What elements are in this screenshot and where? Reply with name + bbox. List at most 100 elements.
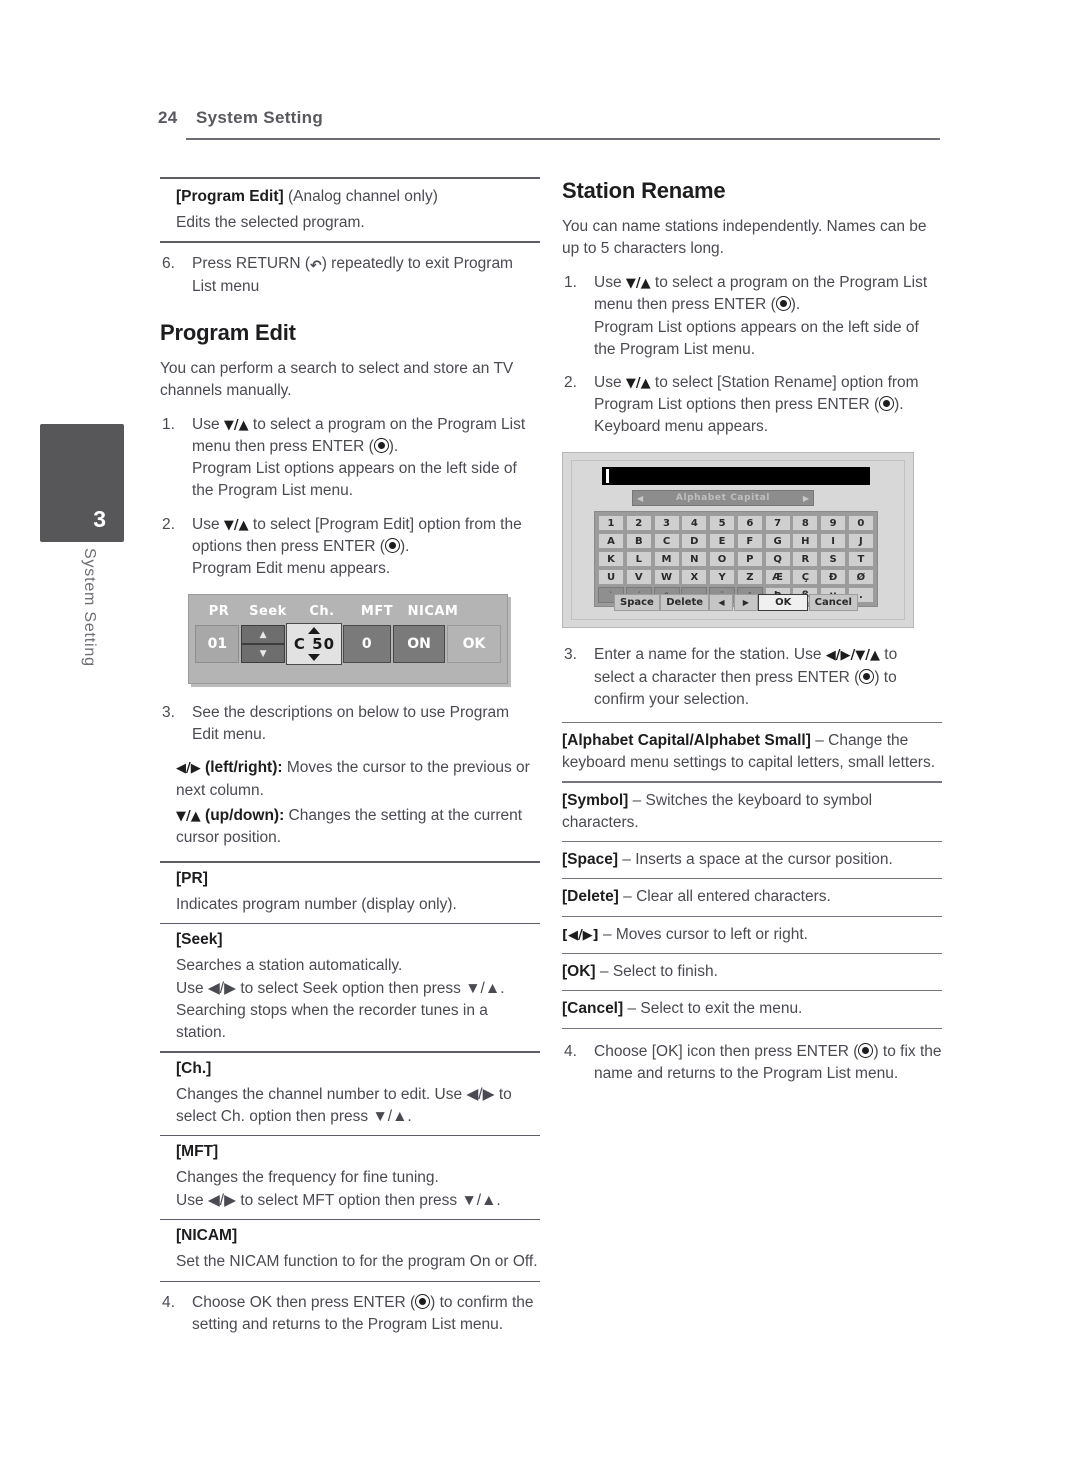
keyboard-key[interactable]: W: [653, 569, 680, 586]
enter-icon: [859, 668, 875, 684]
mode-next-arrow-icon[interactable]: ▶: [803, 494, 809, 503]
chapter-tab: 3: [40, 424, 124, 542]
keyboard-key[interactable]: Q: [764, 551, 791, 568]
rename-step-4: 4. Choose [OK] icon then press ENTER () t…: [562, 1041, 942, 1085]
keyboard-key[interactable]: D: [681, 533, 708, 550]
keyboard-key[interactable]: Z: [736, 569, 763, 586]
rename-step-4-number: 4.: [564, 1042, 577, 1060]
keyboard-ok-button[interactable]: OK: [758, 594, 809, 612]
keyboard-key[interactable]: L: [625, 551, 652, 568]
osd-nicam-value[interactable]: ON: [393, 625, 445, 664]
rename-step-2-number: 2.: [564, 373, 577, 391]
step-3: 3. See the descriptions on below to use P…: [160, 702, 540, 746]
keyboard-delete-button[interactable]: Delete: [660, 594, 710, 612]
leftright-term: (left/right):: [200, 759, 283, 777]
osd-seek-down-button[interactable]: ▼: [241, 644, 286, 664]
program-edit-osd-figure: PR Seek Ch. MFT NICAM 01 ▲ ▼ C 50 0 ON O…: [188, 594, 508, 685]
keyboard-key[interactable]: O: [709, 551, 736, 568]
keyboard-key[interactable]: N: [681, 551, 708, 568]
keyboard-key[interactable]: E: [709, 533, 736, 550]
keyboard-key[interactable]: 2: [625, 515, 652, 532]
osd-seek-stepper[interactable]: ▲ ▼: [241, 625, 286, 664]
keyboard-key[interactable]: H: [792, 533, 819, 550]
leftright-arrows-icon: ◀/▶: [176, 761, 201, 777]
keyboard-key[interactable]: P: [736, 551, 763, 568]
keyboard-key[interactable]: 1: [598, 515, 624, 532]
definition-nicam: [NICAM] Set the NICAM function to for th…: [160, 1227, 540, 1273]
keyboard-key[interactable]: 7: [764, 515, 791, 532]
enter-icon: [384, 537, 400, 553]
definition-pr-term: [PR]: [176, 869, 208, 887]
definition-cursor-arrows-description: Moves cursor to left or right.: [615, 925, 808, 943]
keyboard-key[interactable]: 3: [653, 515, 680, 532]
updown-arrows-icon: ▼/▲: [625, 375, 651, 391]
keyboard-key[interactable]: F: [736, 533, 763, 550]
keyboard-key[interactable]: Æ: [764, 569, 791, 586]
osd-ch-up-arrow-icon[interactable]: [308, 627, 321, 635]
keyboard-left-button[interactable]: ◀: [709, 594, 734, 612]
divider: [562, 781, 942, 783]
step-2: 2. Use ▼/▲ to select [Program Edit] optio…: [160, 514, 540, 580]
rename-step-1-text-a: Use: [594, 274, 626, 292]
osd-ch-field[interactable]: C 50: [286, 623, 343, 666]
keyboard-key[interactable]: S: [820, 551, 847, 568]
rename-step-2: 2. Use ▼/▲ to select [Station Rename] opt…: [562, 372, 942, 438]
keyboard-key[interactable]: Ø: [847, 569, 874, 586]
keyboard-key[interactable]: C: [653, 533, 680, 550]
keyboard-key[interactable]: I: [820, 533, 847, 550]
step-2-text-c: ).: [399, 537, 410, 555]
updown-arrows-icon: ▼/▲: [176, 808, 201, 824]
keyboard-key[interactable]: Ç: [792, 569, 819, 586]
leftright-definition: ◀/▶ (left/right): Moves the cursor to th…: [176, 757, 540, 801]
definition-ok-description: Select to finish.: [612, 963, 718, 981]
keyboard-key[interactable]: J: [847, 533, 874, 550]
definition-delete-term: [Delete]: [562, 888, 619, 906]
keyboard-key[interactable]: V: [625, 569, 652, 586]
program-edit-note: [Program Edit] (Analog channel only) Edi…: [160, 186, 540, 234]
keyboard-key[interactable]: K: [598, 551, 624, 568]
rename-step-1-number: 1.: [564, 274, 577, 292]
step-1-number: 1.: [162, 415, 175, 433]
step-2-text-a: Use: [192, 515, 224, 533]
keyboard-right-button[interactable]: ▶: [733, 594, 758, 612]
osd-ch-down-arrow-icon[interactable]: [308, 654, 321, 662]
definition-ok-separator: –: [595, 963, 613, 981]
dpad-arrows-icon: ◀/▶/▼/▲: [825, 648, 880, 664]
definition-cursor-arrows-separator: –: [598, 925, 616, 943]
program-edit-note-qualifier: (Analog channel only): [283, 187, 438, 205]
keyboard-cancel-button[interactable]: Cancel: [808, 594, 858, 612]
keyboard-key[interactable]: A: [598, 533, 624, 550]
keyboard-key[interactable]: M: [653, 551, 680, 568]
keyboard-text-input[interactable]: [602, 467, 870, 486]
definition-delete-description: Clear all entered characters.: [636, 888, 831, 906]
definition-symbol-term: [Symbol]: [562, 791, 629, 809]
step-2-line2: Program Edit menu appears.: [192, 559, 391, 577]
keyboard-key[interactable]: Ð: [820, 569, 847, 586]
keyboard-key[interactable]: 4: [681, 515, 708, 532]
keyboard-key[interactable]: 6: [736, 515, 763, 532]
definition-cancel-term: [Cancel]: [562, 1000, 624, 1018]
keyboard-mode-selector[interactable]: ◀ Alphabet Capital ▶: [632, 490, 814, 507]
osd-mft-value[interactable]: 0: [342, 625, 391, 664]
definition-alphabet-mode-separator: –: [810, 732, 829, 750]
step-3-text: See the descriptions on below to use Pro…: [192, 704, 510, 744]
keyboard-key[interactable]: G: [764, 533, 791, 550]
program-edit-note-description: Edits the selected program.: [176, 213, 365, 231]
enter-icon: [415, 1294, 431, 1310]
keyboard-key[interactable]: U: [598, 569, 624, 586]
keyboard-key[interactable]: X: [681, 569, 708, 586]
definition-mft: [MFT] Changes the frequency for fine tun…: [160, 1143, 540, 1211]
keyboard-key[interactable]: 8: [792, 515, 819, 532]
keyboard-key[interactable]: R: [792, 551, 819, 568]
osd-ok-button[interactable]: OK: [447, 625, 501, 664]
keyboard-key[interactable]: 5: [709, 515, 736, 532]
keyboard-key[interactable]: T: [847, 551, 874, 568]
keyboard-key[interactable]: 9: [820, 515, 847, 532]
osd-seek-up-button[interactable]: ▲: [241, 625, 286, 645]
divider: [160, 240, 540, 243]
keyboard-key[interactable]: Y: [709, 569, 736, 586]
keyboard-key[interactable]: 0: [847, 515, 874, 532]
keyboard-key[interactable]: B: [625, 533, 652, 550]
definition-ok: [OK] – Select to finish.: [562, 961, 942, 983]
keyboard-space-button[interactable]: Space: [614, 594, 660, 612]
